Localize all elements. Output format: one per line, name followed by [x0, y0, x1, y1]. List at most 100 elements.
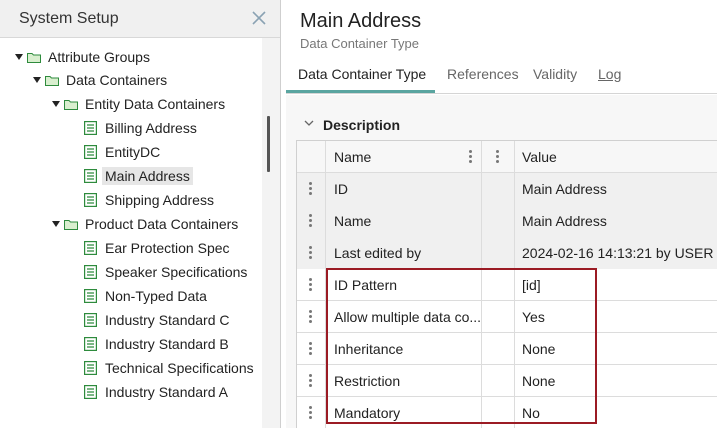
active-tab-indicator [286, 90, 435, 93]
tree-item-industry-standard-b[interactable]: Industry Standard B [84, 333, 232, 355]
column-menu-icon[interactable] [496, 150, 500, 164]
tree-item-non-typed-data[interactable]: Non-Typed Data [84, 285, 210, 307]
column-header-label: Name [334, 149, 372, 165]
close-icon[interactable] [251, 10, 267, 26]
folder-icon [64, 99, 78, 110]
row-spacer [482, 173, 515, 205]
tree-item-attribute-groups[interactable]: Attribute Groups [14, 46, 153, 68]
tree-item-label: Non-Typed Data [105, 288, 207, 304]
tree-item-technical-specifications[interactable]: Technical Specifications [84, 357, 257, 379]
document-icon [84, 265, 97, 279]
column-header-spacer[interactable] [482, 141, 515, 173]
tree-item-label: Industry Standard C [105, 312, 230, 328]
folder-icon [64, 219, 78, 230]
kebab-icon[interactable] [309, 214, 313, 228]
tab-log[interactable]: Log [598, 66, 621, 82]
row-spacer [482, 237, 515, 269]
document-icon [84, 145, 97, 159]
document-icon [84, 337, 97, 351]
column-header-value[interactable]: Value [515, 141, 717, 173]
kebab-icon[interactable] [309, 310, 313, 324]
table-row[interactable]: ID Main Address [297, 173, 717, 205]
caret-down-icon[interactable] [51, 219, 61, 229]
tree-item-label: Data Containers [66, 72, 168, 88]
tree-item-entitydc[interactable]: EntityDC [84, 141, 163, 163]
document-icon [84, 313, 97, 327]
tab-references[interactable]: References [447, 66, 519, 82]
tab-data-container-type[interactable]: Data Container Type [298, 66, 426, 82]
tree-item-entity-data-containers[interactable]: Entity Data Containers [51, 93, 228, 115]
tree-item-speaker-specifications[interactable]: Speaker Specifications [84, 261, 250, 283]
row-handle[interactable] [297, 397, 326, 428]
section-title[interactable]: Description [323, 117, 400, 133]
tree-item-label: Industry Standard B [105, 336, 229, 352]
caret-down-icon[interactable] [51, 99, 61, 109]
row-name: Name [326, 205, 482, 237]
tree-item-label: Billing Address [105, 120, 197, 136]
row-value[interactable]: 2024-02-16 14:13:21 by USER [515, 237, 717, 269]
row-handle[interactable] [297, 365, 326, 397]
row-handle[interactable] [297, 205, 326, 237]
tree-item-label: Product Data Containers [85, 216, 239, 232]
tree-item-label: Technical Specifications [105, 360, 254, 376]
highlight-annotation-box [326, 268, 597, 424]
grid-header-handle [297, 141, 326, 173]
document-icon [84, 121, 97, 135]
tree-item-industry-standard-a[interactable]: Industry Standard A [84, 381, 231, 403]
folder-icon [45, 75, 59, 86]
document-icon [84, 241, 97, 255]
row-handle[interactable] [297, 269, 326, 301]
page-subtitle: Data Container Type [300, 36, 419, 51]
caret-down-icon[interactable] [14, 52, 24, 62]
tree-scrollbar[interactable] [262, 38, 280, 428]
kebab-icon[interactable] [309, 278, 313, 292]
tree-view: Attribute Groups Data Containers Entity … [0, 38, 262, 428]
page-title: Main Address [300, 10, 422, 32]
tree-item-data-containers[interactable]: Data Containers [32, 69, 170, 91]
row-handle[interactable] [297, 301, 326, 333]
tab-validity[interactable]: Validity [533, 66, 577, 82]
tree-item-shipping-address[interactable]: Shipping Address [84, 189, 217, 211]
tree-item-label: Main Address [102, 167, 193, 185]
caret-down-icon[interactable] [32, 75, 42, 85]
kebab-icon[interactable] [309, 342, 313, 356]
tree-item-product-data-containers[interactable]: Product Data Containers [51, 213, 241, 235]
tree-item-label: Ear Protection Spec [105, 240, 230, 256]
panel-title: System Setup [19, 10, 119, 27]
tree-item-label: Shipping Address [105, 192, 214, 208]
tree-item-label: Attribute Groups [48, 49, 150, 65]
document-icon [84, 169, 97, 183]
table-row[interactable]: Name Main Address [297, 205, 717, 237]
system-setup-panel: System Setup Attribute Groups Data Conta… [0, 0, 281, 428]
row-handle[interactable] [297, 173, 326, 205]
kebab-icon[interactable] [309, 182, 313, 196]
row-handle[interactable] [297, 333, 326, 365]
chevron-down-icon[interactable] [304, 118, 314, 128]
kebab-icon[interactable] [309, 246, 313, 260]
document-icon [84, 385, 97, 399]
row-value[interactable]: Main Address [515, 205, 717, 237]
document-icon [84, 361, 97, 375]
tree-item-main-address[interactable]: Main Address [84, 165, 193, 187]
column-menu-icon[interactable] [469, 150, 473, 164]
grid-header-row: Name Value [297, 141, 717, 173]
kebab-icon[interactable] [309, 406, 313, 420]
document-icon [84, 193, 97, 207]
row-name: Last edited by [326, 237, 482, 269]
kebab-icon[interactable] [309, 374, 313, 388]
tree-item-ear-protection-spec[interactable]: Ear Protection Spec [84, 237, 233, 259]
tree-item-industry-standard-c[interactable]: Industry Standard C [84, 309, 233, 331]
column-header-label: Value [522, 149, 557, 165]
tree-item-billing-address[interactable]: Billing Address [84, 117, 200, 139]
tree-item-label: Entity Data Containers [85, 96, 226, 112]
column-header-name[interactable]: Name [326, 141, 482, 173]
document-icon [84, 289, 97, 303]
row-spacer [482, 205, 515, 237]
tree-item-label: Speaker Specifications [105, 264, 248, 280]
row-value[interactable]: Main Address [515, 173, 717, 205]
row-handle[interactable] [297, 237, 326, 269]
table-row[interactable]: Last edited by 2024-02-16 14:13:21 by US… [297, 237, 717, 269]
tree-item-label: Industry Standard A [105, 384, 228, 400]
tree-scrollbar-thumb[interactable] [267, 116, 270, 172]
folder-icon [27, 52, 41, 63]
